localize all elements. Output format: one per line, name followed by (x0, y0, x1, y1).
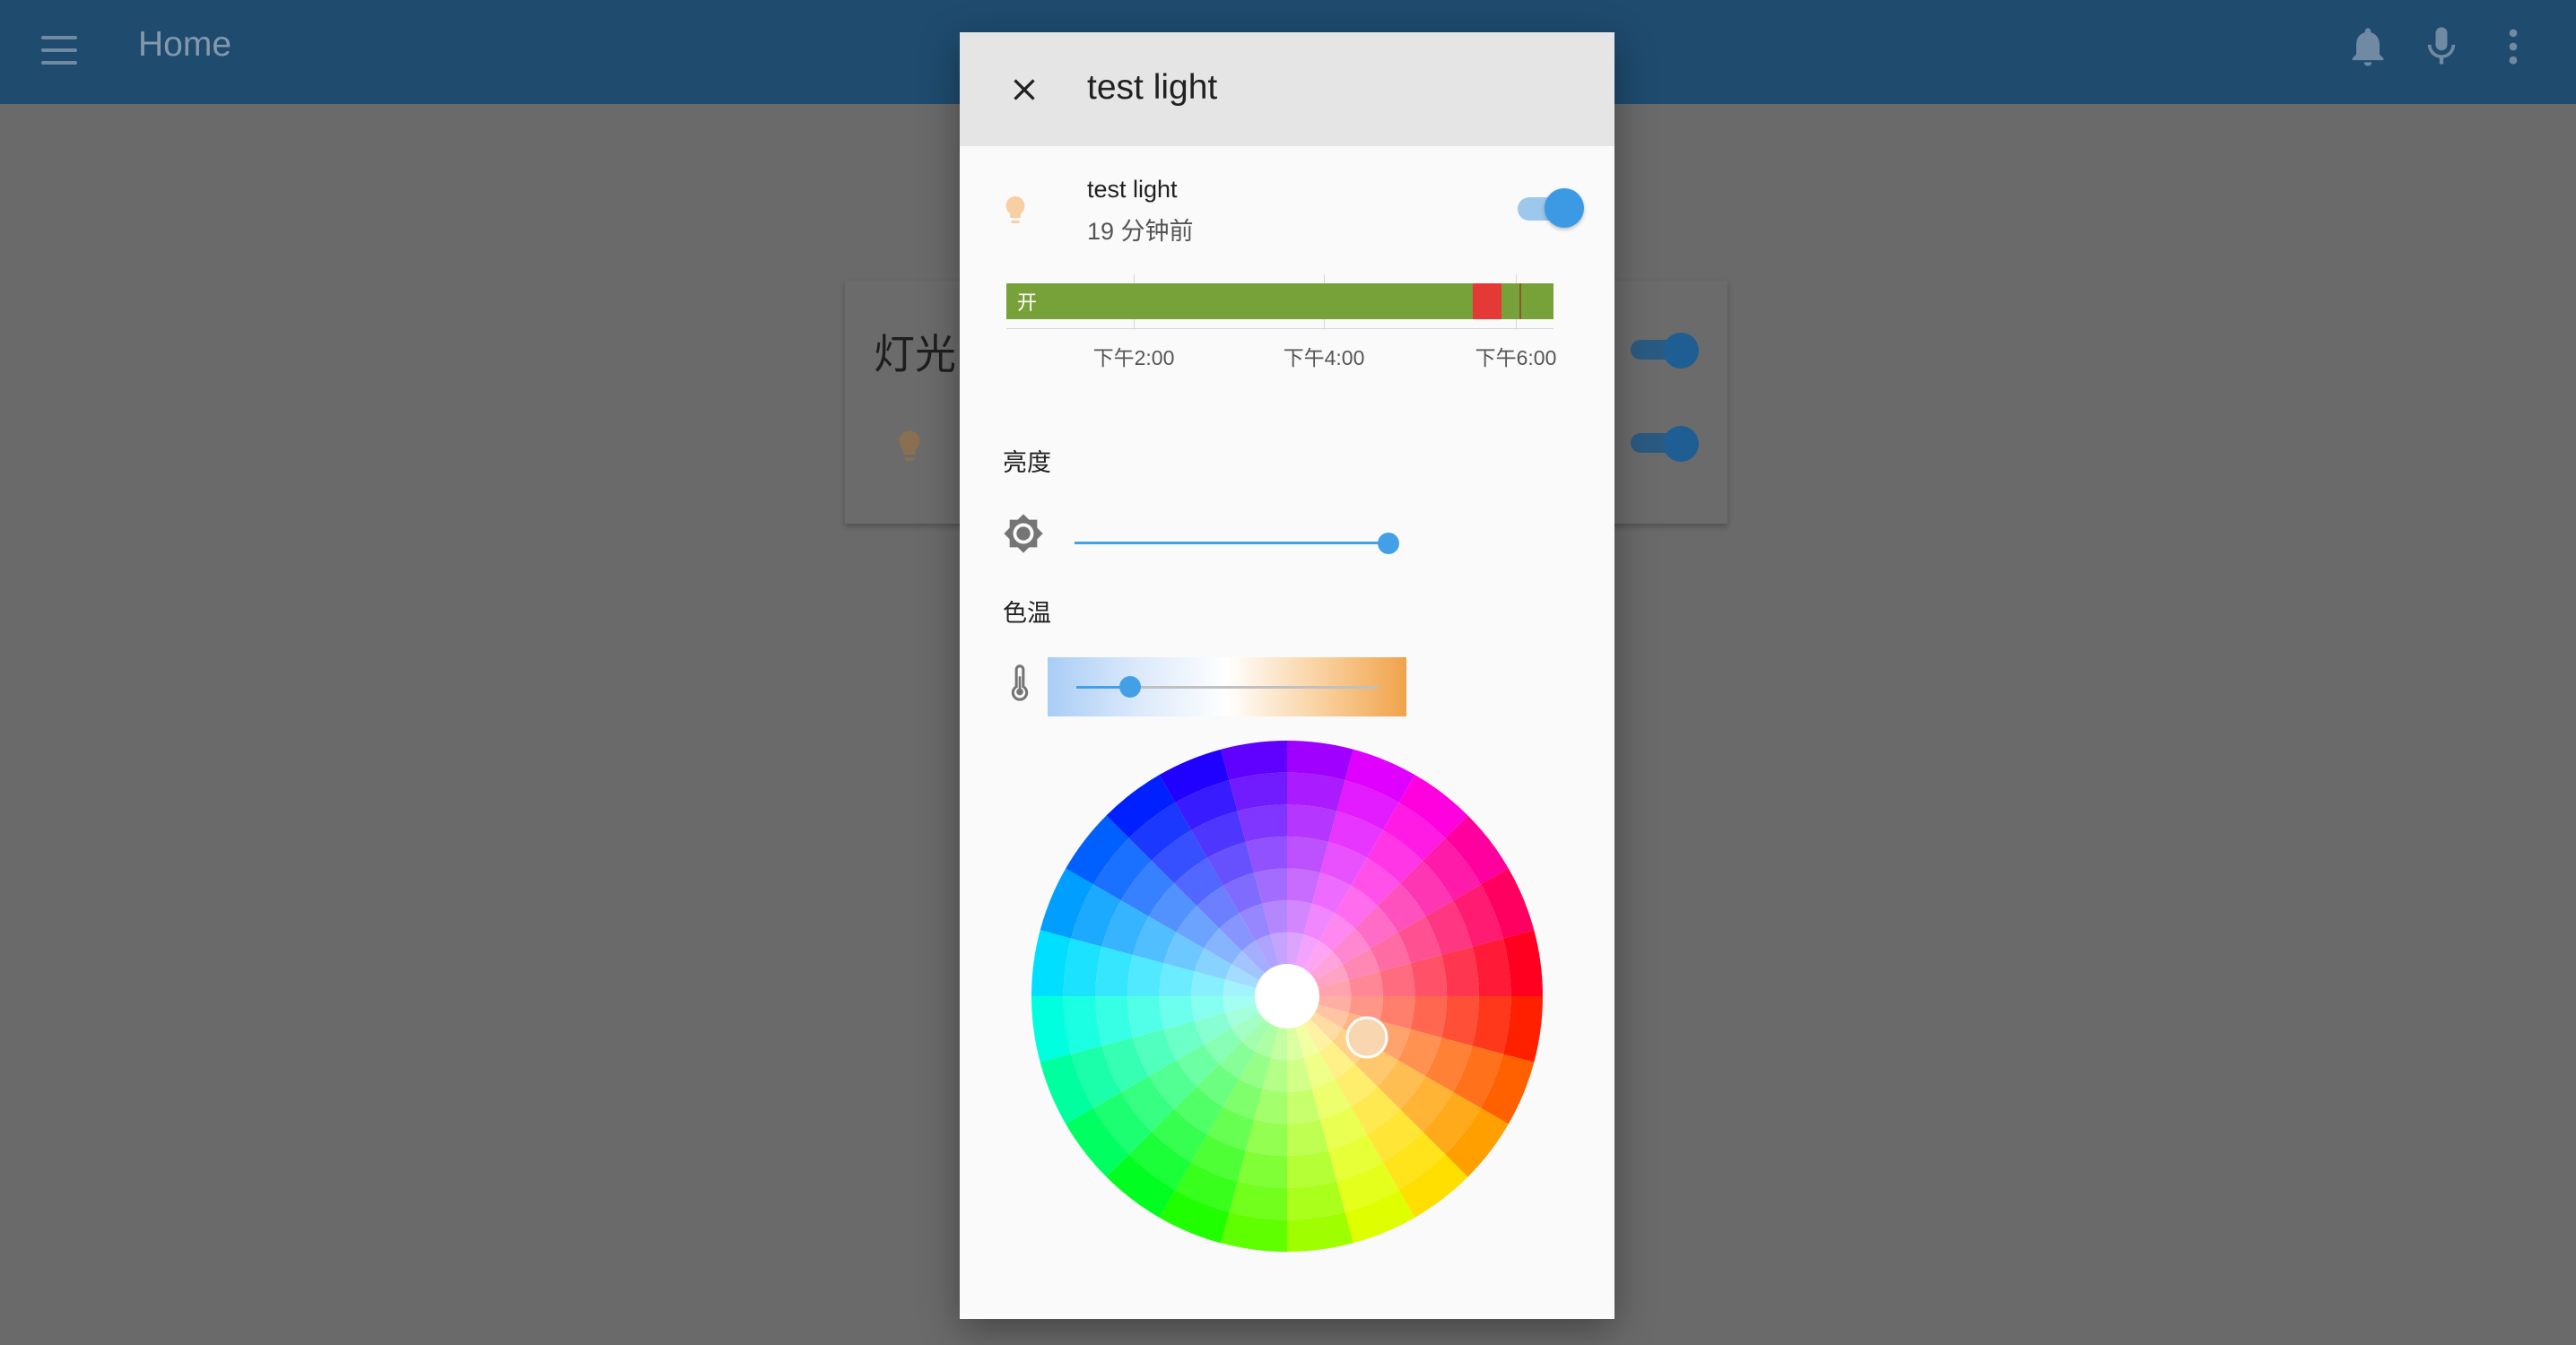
history-timeline[interactable]: 开 下午2:00 下午4:00 下午6:00 (1006, 274, 1556, 369)
color-wheel[interactable] (1031, 741, 1543, 1252)
brightness-slider[interactable] (1075, 531, 1399, 558)
card-entity-toggle[interactable] (1631, 426, 1699, 462)
brightness-slider-thumb[interactable] (1378, 533, 1399, 554)
dialog-header: test light (960, 32, 1614, 146)
color-temp-slider-thumb[interactable] (1119, 676, 1142, 698)
dialog-title: test light (1087, 68, 1218, 107)
color-temp-slider[interactable] (1048, 657, 1406, 716)
color-temp-label: 色温 (1003, 600, 1051, 627)
timeline-tick-label: 下午2:00 (1092, 346, 1175, 369)
brightness-label: 亮度 (1003, 449, 1051, 476)
timeline-on-segment[interactable] (1006, 283, 1553, 319)
thermometer-icon (1008, 663, 1031, 708)
notifications-bell-icon[interactable] (2345, 22, 2391, 72)
timeline-other-segment[interactable] (1473, 283, 1501, 319)
entity-name: test light (1087, 176, 1178, 203)
lightbulb-icon (999, 190, 1031, 234)
lightbulb-icon (892, 424, 927, 472)
timeline-on-label: 开 (1017, 291, 1038, 314)
close-icon[interactable] (1006, 72, 1042, 108)
menu-icon[interactable] (39, 30, 79, 70)
more-vert-icon[interactable] (2490, 22, 2537, 72)
entity-last-changed: 19 分钟前 (1087, 218, 1194, 245)
page-title: Home (138, 25, 232, 64)
card-header-toggle[interactable] (1631, 333, 1699, 369)
more-info-dialog: test light test light 19 分钟前 开 下午2:00 下午… (960, 32, 1614, 1319)
entity-power-toggle[interactable] (1518, 188, 1586, 228)
brightness-icon (1003, 513, 1044, 559)
color-wheel-marker[interactable] (1345, 1016, 1388, 1059)
microphone-icon[interactable] (2418, 22, 2465, 72)
timeline-tick-label: 下午6:00 (1475, 346, 1557, 369)
timeline-tick-label: 下午4:00 (1283, 346, 1365, 369)
card-title: 灯光 (874, 331, 956, 377)
